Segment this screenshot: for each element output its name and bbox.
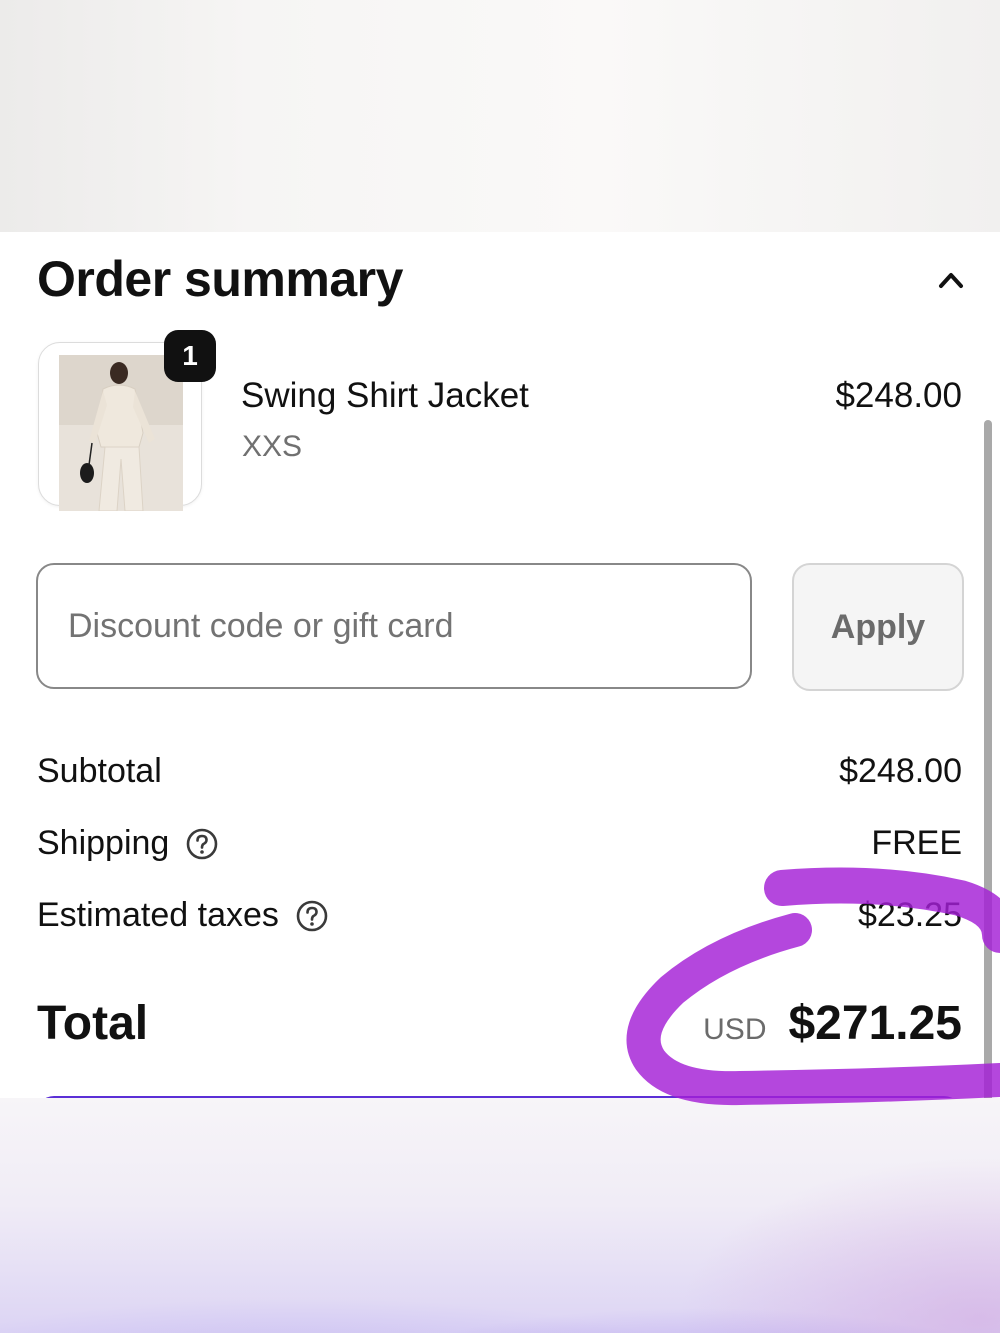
blurred-background-bottom xyxy=(0,1098,1000,1333)
total-amount: $271.25 xyxy=(788,997,962,1050)
total-currency: USD xyxy=(703,1013,767,1046)
discount-code-input[interactable] xyxy=(36,563,752,689)
product-price: $248.00 xyxy=(835,376,962,415)
product-image xyxy=(59,355,183,511)
subtotal-label: Subtotal xyxy=(37,752,162,790)
product-name: Swing Shirt Jacket xyxy=(241,376,529,415)
checkout-screenshot: Order summary 1 Swing Shirt Jacket XXS $… xyxy=(0,0,1000,1333)
product-variant: XXS xyxy=(242,430,303,463)
chevron-up-icon[interactable] xyxy=(934,264,968,294)
shipping-value: FREE xyxy=(871,824,962,862)
estimated-taxes-value: $23.25 xyxy=(858,896,962,934)
quantity-badge: 1 xyxy=(164,330,216,382)
blurred-background-top xyxy=(0,0,1000,232)
total-label: Total xyxy=(37,997,149,1050)
total-value-group: USD $271.25 xyxy=(703,996,962,1051)
order-summary-title: Order summary xyxy=(37,251,403,307)
subtotal-row-label: Subtotal xyxy=(37,752,162,791)
taxes-row-label: Estimated taxes xyxy=(37,896,329,935)
shipping-row-label: Shipping xyxy=(37,824,219,863)
scrollbar[interactable] xyxy=(984,420,992,1098)
order-summary-panel: Order summary 1 Swing Shirt Jacket XXS $… xyxy=(0,232,1000,1098)
subtotal-value: $248.00 xyxy=(839,752,962,790)
apply-discount-button[interactable]: Apply xyxy=(792,563,964,691)
estimated-taxes-label: Estimated taxes xyxy=(37,896,279,934)
shipping-help-icon[interactable] xyxy=(185,827,219,861)
taxes-help-icon[interactable] xyxy=(295,899,329,933)
shipping-label: Shipping xyxy=(37,824,170,862)
